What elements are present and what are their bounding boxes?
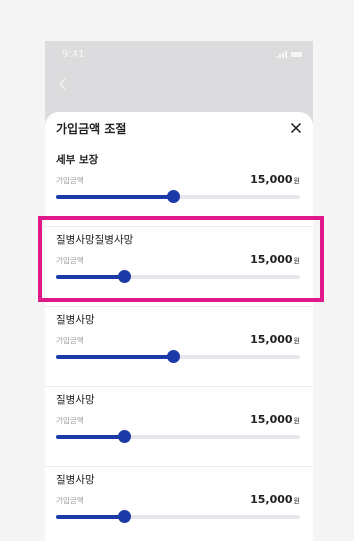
amount-label: 가입금액 — [56, 176, 84, 185]
amount-slider[interactable] — [56, 350, 300, 363]
slider-fill — [56, 195, 174, 199]
coverage-list: 세부 보장 가입금액 15,000원 질병사망질병사망 가입금액 15,000원 — [45, 147, 313, 541]
slider-thumb[interactable] — [118, 430, 132, 443]
coverage-title: 세부 보장 — [56, 154, 99, 166]
coverage-item: 질병사망 가입금액 15,000원 — [45, 467, 313, 541]
coverage-title: 질병사망 — [56, 314, 95, 326]
amount-value: 15,000원 — [250, 173, 300, 186]
amount-label: 가입금액 — [56, 496, 84, 505]
coverage-title: 질병사망 — [56, 474, 95, 486]
coverage-item: 세부 보장 가입금액 15,000원 — [45, 147, 313, 227]
amount-value: 15,000원 — [250, 493, 300, 506]
slider-fill — [56, 355, 174, 359]
coverage-item: 질병사망 가입금액 15,000원 — [45, 387, 313, 467]
slider-thumb[interactable] — [118, 510, 132, 523]
coverage-item: 질병사망 가입금액 15,000원 — [45, 307, 313, 387]
amount-value: 15,000원 — [250, 333, 300, 346]
nav-bar — [45, 67, 313, 111]
highlight-box — [38, 216, 324, 302]
status-icons — [276, 50, 302, 58]
status-bar: 9:41 — [45, 41, 313, 67]
coverage-title: 질병사망 — [56, 394, 95, 406]
close-icon[interactable] — [290, 122, 302, 134]
slider-thumb[interactable] — [167, 190, 181, 203]
amount-label: 가입금액 — [56, 416, 84, 425]
slider-thumb[interactable] — [167, 350, 181, 363]
signal-icon — [276, 50, 287, 58]
battery-icon — [291, 51, 302, 57]
amount-slider[interactable] — [56, 190, 300, 203]
amount-slider[interactable] — [56, 430, 300, 443]
amount-slider[interactable] — [56, 510, 300, 523]
amount-label: 가입금액 — [56, 336, 84, 345]
slider-fill — [56, 515, 125, 519]
sheet-title: 가입금액 조절 — [56, 122, 127, 136]
sheet-header: 가입금액 조절 — [45, 112, 313, 147]
amount-value: 15,000원 — [250, 413, 300, 426]
amount-adjust-sheet: 가입금액 조절 세부 보장 가입금액 15,000원 질병사망질병사망 가입금액 — [45, 112, 313, 541]
status-time: 9:41 — [62, 48, 85, 60]
back-icon[interactable] — [56, 77, 70, 91]
slider-fill — [56, 435, 125, 439]
